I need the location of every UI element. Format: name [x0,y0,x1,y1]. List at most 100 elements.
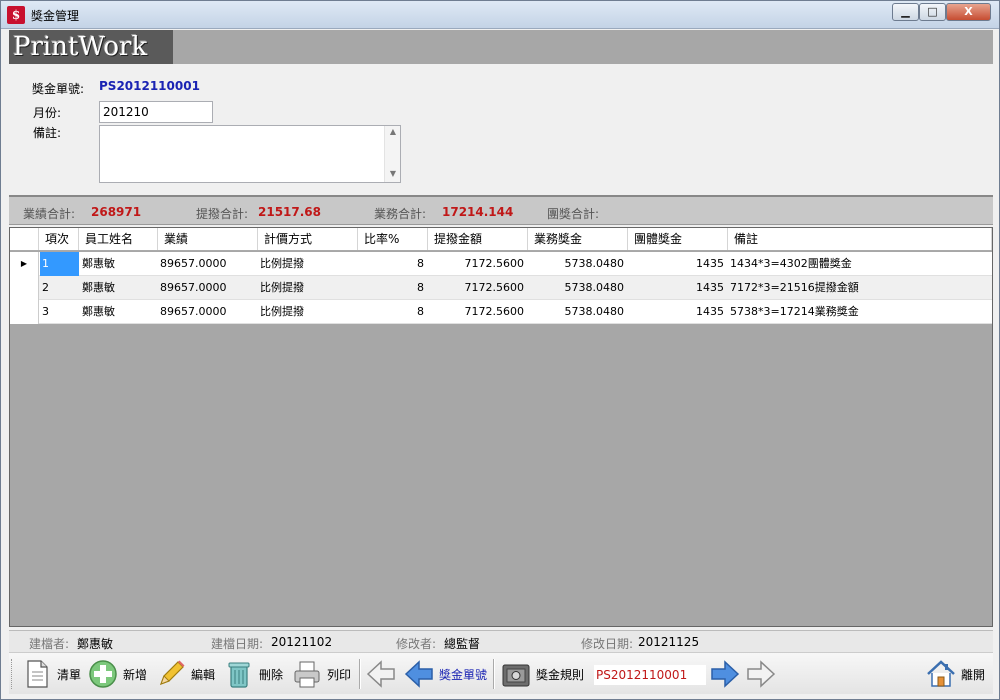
cell-commission[interactable]: 7172.5600 [428,276,528,300]
col-header-method[interactable]: 計價方式 [258,228,358,250]
cell-no[interactable]: 2 [42,276,79,300]
bonus-no-nav-button[interactable]: 獎金單號 [403,657,487,691]
col-header-note[interactable]: 備註 [728,228,992,250]
arrow-left-icon [403,658,435,690]
cell-name[interactable]: 鄭惠敏 [82,276,158,300]
printer-icon [291,658,323,690]
bonus-rule-value[interactable]: PS2012110001 [594,665,706,685]
print-button[interactable]: 列印 [291,657,351,691]
cell-business-bonus[interactable]: 5738.0480 [528,300,628,324]
cell-method[interactable]: 比例提撥 [260,276,358,300]
col-header-performance[interactable]: 業績 [158,228,258,250]
title-bar[interactable]: $ 獎金管理 ▁ □ X [1,1,999,29]
bonus-rule-button[interactable]: 獎金規則 [500,657,584,691]
pencil-icon [155,658,187,690]
row-header [10,276,39,300]
col-header-business-bonus[interactable]: 業務獎金 [528,228,628,250]
cell-team-bonus[interactable]: 1435 [628,252,728,276]
arrow-left-outline-icon [365,658,397,690]
last-button[interactable] [745,657,777,691]
toolbar-grip[interactable] [11,659,14,689]
add-circle-icon [87,658,119,690]
trash-can-icon [223,658,255,690]
created-date-value: 20121102 [271,635,333,649]
scroll-down-arrow-icon[interactable]: ▼ [385,169,401,181]
cell-team-bonus[interactable]: 1435 [628,300,728,324]
delete-button-label: 刪除 [259,667,284,682]
add-button[interactable]: 新增 [87,657,147,691]
cell-note[interactable]: 1434*3=4302團體獎金 [730,252,992,276]
cell-rate[interactable]: 8 [358,300,428,324]
commission-total-label: 提撥合計: [196,207,249,221]
performance-total-label: 業績合計: [23,207,76,221]
modified-date-label: 修改日期: [581,637,634,651]
cell-performance[interactable]: 89657.0000 [160,276,258,300]
window-title: 獎金管理 [31,9,80,23]
cell-no[interactable]: 1 [40,252,79,276]
list-button[interactable]: 清單 [21,657,81,691]
modifier-label: 修改者: [396,637,437,651]
modifier-value: 總監督 [444,637,481,651]
team-total-label: 團獎合計: [547,207,600,221]
toolbar-separator [493,659,495,689]
cell-commission[interactable]: 7172.5600 [428,252,528,276]
cell-name[interactable]: 鄭惠敏 [82,300,158,324]
record-info-bar: 建檔者: 鄭惠敏 建檔日期: 20121102 修改者: 總監督 修改日期: 2… [9,630,993,652]
totals-bar: 業績合計: 268971 提撥合計: 21517.68 業務合計: 17214.… [9,195,993,225]
exit-button-label: 離開 [961,667,986,682]
close-button[interactable]: X [946,3,991,21]
cell-performance[interactable]: 89657.0000 [160,300,258,324]
banner: PrintWork [9,30,993,64]
cell-commission[interactable]: 7172.5600 [428,300,528,324]
table-row[interactable]: 3 鄭惠敏 89657.0000 比例提撥 8 7172.5600 5738.0… [10,300,992,324]
creator-label: 建檔者: [29,637,70,651]
print-button-label: 列印 [327,667,352,682]
toolbar-separator [359,659,361,689]
col-header-rate[interactable]: 比率% [358,228,428,250]
cell-business-bonus[interactable]: 5738.0480 [528,276,628,300]
current-row-indicator-icon: ▶ [10,252,39,276]
list-button-label: 清單 [57,667,82,682]
safe-icon [500,658,532,690]
cell-name[interactable]: 鄭惠敏 [82,252,158,276]
delete-button[interactable]: 刪除 [223,657,283,691]
scroll-up-arrow-icon[interactable]: ▲ [385,127,401,139]
cell-team-bonus[interactable]: 1435 [628,276,728,300]
cell-method[interactable]: 比例提撥 [260,252,358,276]
month-input[interactable] [99,101,213,123]
note-textarea[interactable] [99,125,401,183]
col-header-no[interactable]: 項次 [39,228,79,250]
note-scrollbar[interactable]: ▲ ▼ [384,126,400,182]
modified-date-value: 20121125 [638,635,700,649]
col-header-name[interactable]: 員工姓名 [79,228,158,250]
table-row[interactable]: 2 鄭惠敏 89657.0000 比例提撥 8 7172.5600 5738.0… [10,276,992,300]
commission-total-value: 21517.68 [258,205,322,219]
cell-no[interactable]: 3 [42,300,79,324]
cell-rate[interactable]: 8 [358,252,428,276]
previous-button[interactable] [365,657,397,691]
col-header-commission[interactable]: 提撥金額 [428,228,528,250]
cell-performance[interactable]: 89657.0000 [160,252,258,276]
home-icon [925,658,957,690]
bonus-no-value: PS2012110001 [99,79,200,93]
cell-note[interactable]: 7172*3=21516提撥金額 [730,276,992,300]
next-button[interactable] [709,657,741,691]
created-date-label: 建檔日期: [211,637,264,651]
cell-rate[interactable]: 8 [358,276,428,300]
edit-button[interactable]: 編輯 [155,657,215,691]
cell-note[interactable]: 5738*3=17214業務獎金 [730,300,992,324]
exit-button[interactable]: 離開 [925,657,985,691]
maximize-button[interactable]: □ [919,3,946,21]
table-row[interactable]: ▶ 1 鄭惠敏 89657.0000 比例提撥 8 7172.5600 5738… [10,252,992,276]
bottom-toolbar: 清單 新增 編輯 刪除 列印 獎金單號 獎金規則 PS2012110001 離開 [9,652,993,694]
row-header-corner [10,228,39,250]
col-header-team-bonus[interactable]: 團體獎金 [628,228,728,250]
minimize-button[interactable]: ▁ [892,3,919,21]
cell-business-bonus[interactable]: 5738.0480 [528,252,628,276]
bonus-form: 獎金單號: PS2012110001 月份: 備註: ▲ ▼ [9,64,993,194]
add-button-label: 新增 [123,667,148,682]
bonus-detail-grid[interactable]: 項次 員工姓名 業績 計價方式 比率% 提撥金額 業務獎金 團體獎金 備註 ▶ … [9,227,993,627]
bonus-no-nav-label: 獎金單號 [439,667,488,682]
business-total-label: 業務合計: [374,207,427,221]
cell-method[interactable]: 比例提撥 [260,300,358,324]
